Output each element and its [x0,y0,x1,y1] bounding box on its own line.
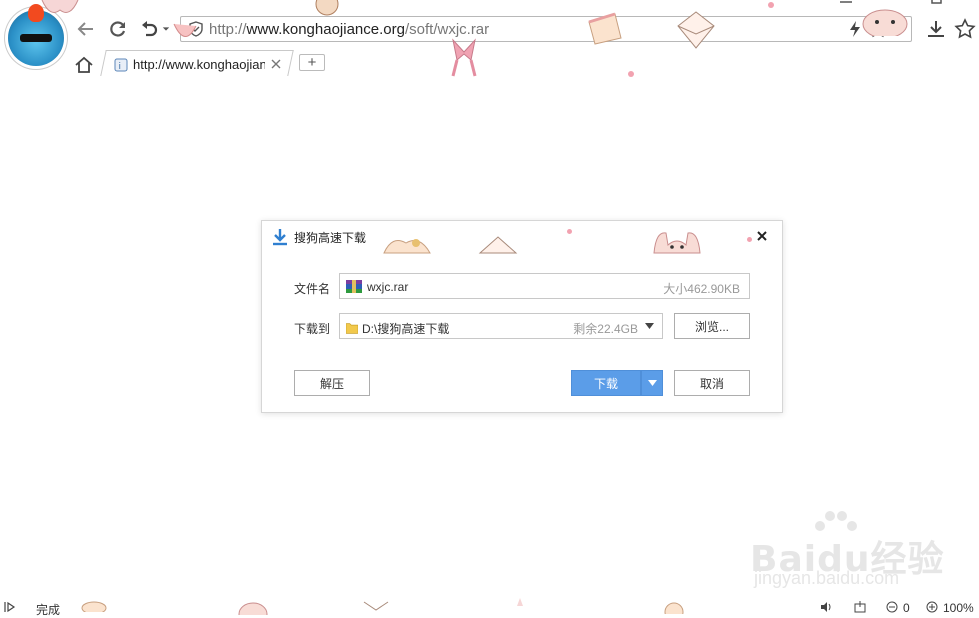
bow-sticker-icon [451,38,477,77]
download-button-label: 下载 [593,376,618,391]
browse-button-label: 浏览... [694,319,729,334]
url-prefix: http:// [209,21,247,38]
pink-dot-icon [628,71,634,77]
status-text: 完成 [36,603,61,617]
filesize-text: 大小462.90KB [663,282,740,296]
favorites-star-icon[interactable] [954,18,976,40]
chevron-down-icon[interactable] [645,323,654,329]
free-space-text: 剩余22.4GB [573,322,638,336]
back-button[interactable] [74,17,98,41]
cancel-button[interactable]: 取消 [674,370,750,396]
refresh-icon [110,21,126,37]
cake-slice-sticker-icon [588,12,622,45]
tab-title: http://www.konghaojiance.org/soft/wxjc.r… [133,57,265,72]
zoom-level[interactable]: 100% [943,601,974,615]
dialog-close-icon[interactable] [755,229,769,243]
chevron-down-icon [162,27,170,31]
rar-file-icon [346,280,362,293]
pink-dot-icon [768,2,774,8]
saveto-value: D:\搜狗高速下载 [362,322,450,336]
refresh-button[interactable] [106,17,130,41]
download-icon[interactable] [925,18,947,40]
volume-icon[interactable] [820,601,832,613]
download-button[interactable]: 下载 [571,370,641,396]
browse-button[interactable]: 浏览... [674,313,750,339]
extract-button-label: 解压 [319,376,344,391]
filename-field[interactable]: wxjc.rar 大小462.90KB [339,273,750,299]
filename-value: wxjc.rar [367,280,409,294]
cancel-button-label: 取消 [699,376,724,391]
menu-icon[interactable] [839,0,853,6]
status-bar: 完成 0 100% [0,598,979,617]
address-bar[interactable]: http://www.konghaojiance.org/soft/wxjc.r… [180,16,912,42]
filename-label: 文件名 [294,282,331,296]
dialog-title: 搜狗高速下载 [294,231,367,245]
maximize-icon[interactable] [930,0,944,6]
cake-sticker-icon [173,23,197,37]
cake-sticker-icon [383,239,431,254]
sidebar-toggle-icon[interactable] [4,601,16,613]
pink-dot-icon [747,237,752,242]
screenshot-icon[interactable] [854,601,866,613]
tab-close-icon[interactable] [270,58,282,70]
new-tab-button[interactable]: + [299,54,325,71]
envelope-sticker-icon [478,236,518,254]
page-favicon-icon: i [114,58,128,72]
saveto-label: 下载到 [294,322,331,336]
home-icon[interactable] [74,55,94,75]
envelope-sticker-icon [677,11,715,49]
adblock-count: 0 [903,601,910,615]
bunny-peek-sticker-icon [862,9,908,36]
pink-dot-icon [567,229,572,234]
zoom-icon[interactable] [926,601,938,613]
bunny-sticker-icon [41,0,79,13]
baidu-jingyan-watermark: Baidu经验 jingyan.baidu.com [750,511,950,596]
download-dialog: 搜狗高速下载 文件名 wxjc.rar 大小462.90KB 下载到 D:\搜狗… [261,220,783,413]
svg-text:i: i [119,62,122,72]
download-arrow-icon [273,229,287,246]
folder-icon [346,323,358,334]
url-path: /soft/wxjc.rar [404,21,490,38]
saveto-select[interactable]: D:\搜狗高速下载 剩余22.4GB [339,313,663,339]
extract-button[interactable]: 解压 [294,370,370,396]
chevron-down-icon [647,380,657,386]
undo-close-tab-button[interactable] [137,17,161,41]
download-options-button[interactable] [641,370,663,396]
url-domain: www.konghaojiance.org [246,21,405,38]
address-url[interactable]: http://www.konghaojiance.org/soft/wxjc.r… [209,21,489,38]
bear-sticker-icon [315,0,339,16]
back-arrow-icon [77,22,93,36]
avatar-glasses-icon [20,34,52,42]
undo-icon [142,21,158,37]
watermark-url: jingyan.baidu.com [754,568,900,588]
adblock-icon[interactable] [886,601,898,613]
tab-content[interactable]: i http://www.konghaojiance.org/soft/wxjc… [114,56,294,76]
bunny-sticker-icon [653,232,701,254]
new-tab-label: + [307,54,317,71]
